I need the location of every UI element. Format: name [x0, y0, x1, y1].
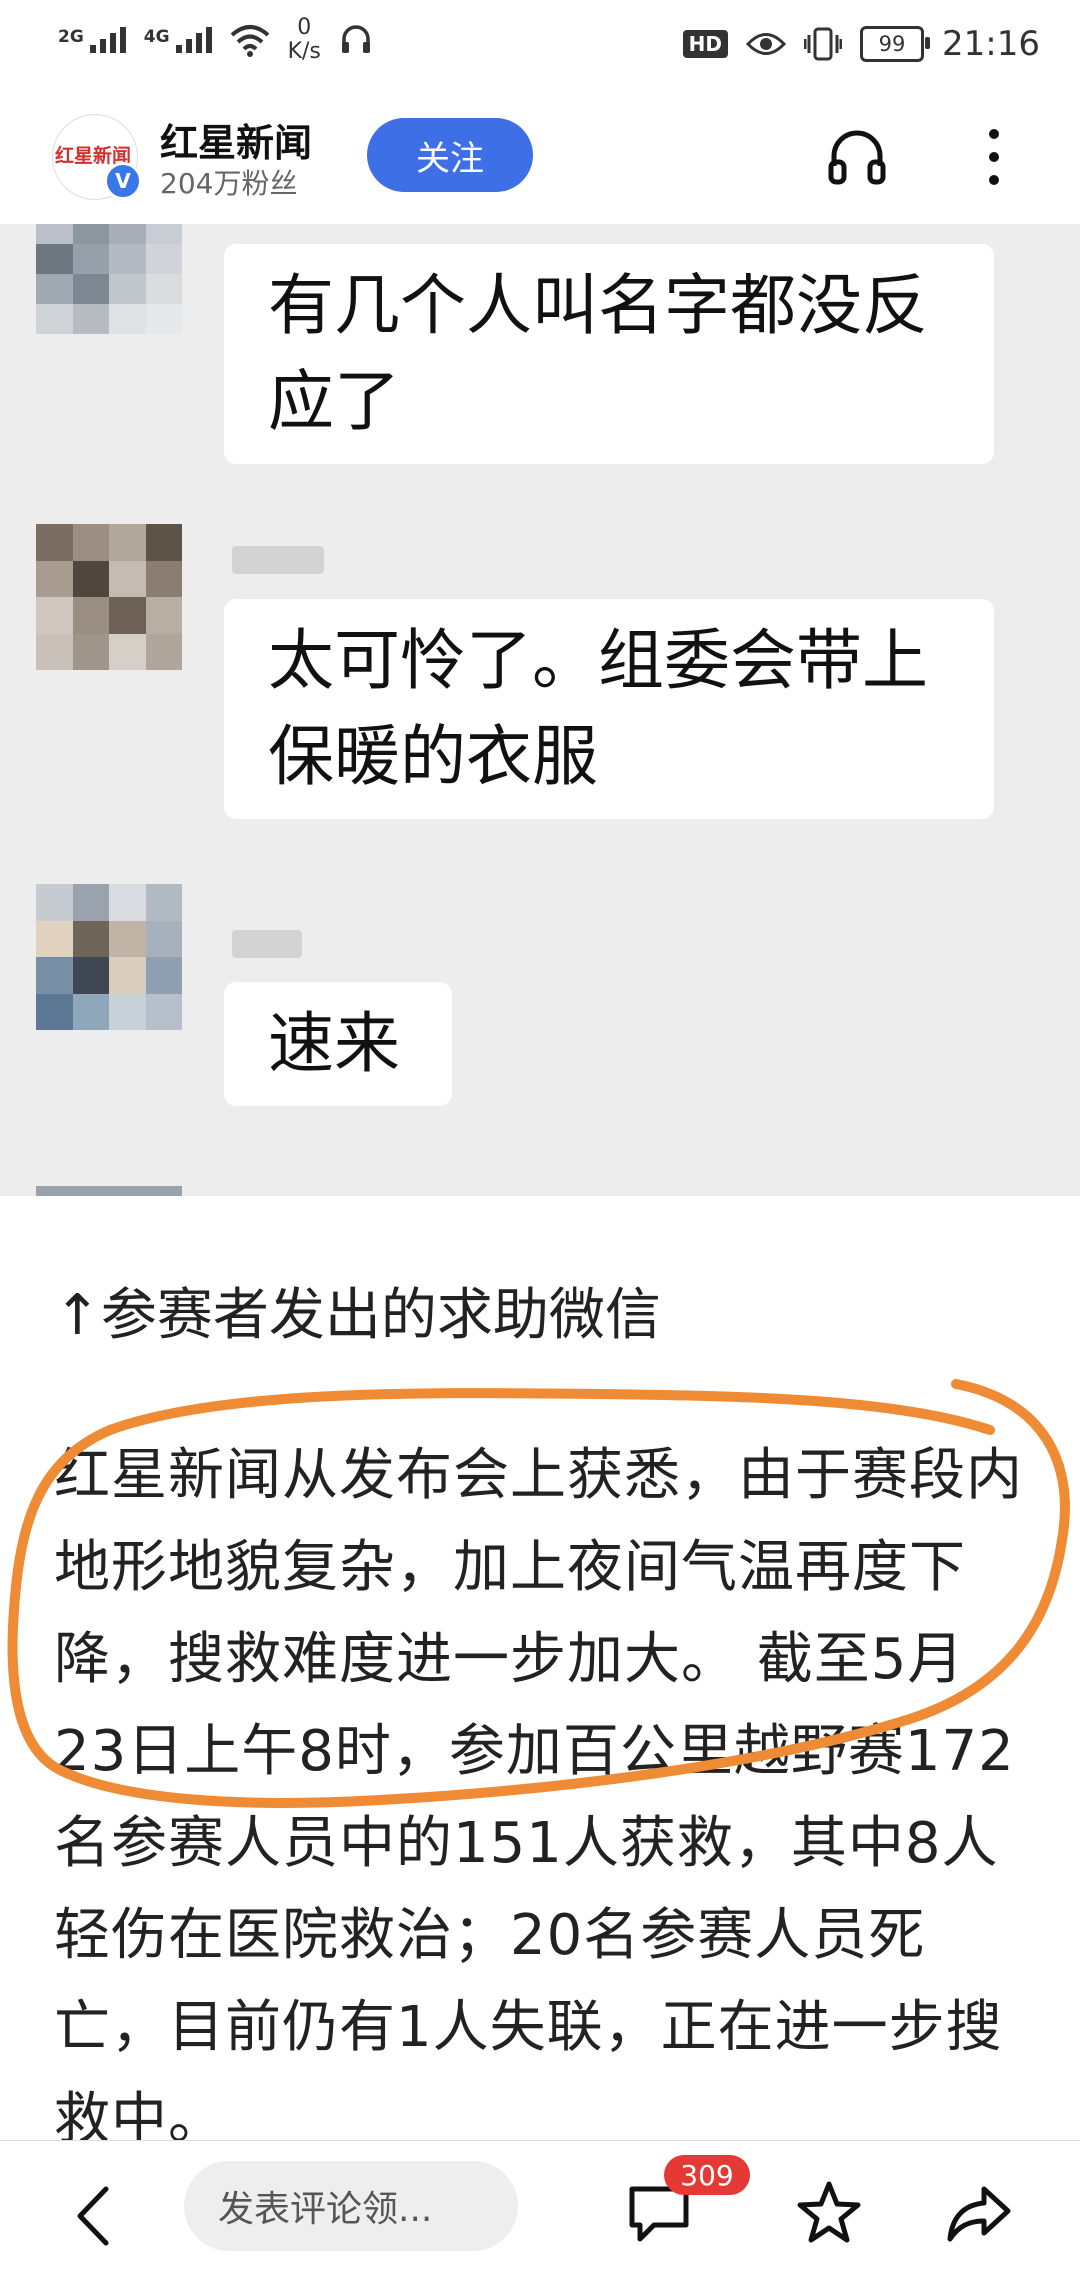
image-caption: ↑参赛者发出的求助微信	[54, 1283, 661, 1348]
headphones-icon[interactable]	[826, 126, 888, 188]
article-paragraph: 红星新闻从发布会上获悉，由于赛段内地形地貌复杂，加上夜间气温再度下降，搜救难度进…	[54, 1443, 1023, 2152]
more-options-icon[interactable]	[982, 126, 1006, 188]
chat-screenshot-image: 有几个人叫名字都没反应了 太可怜了。组委会带上保暖的衣服 速来	[0, 224, 1080, 1196]
headset-status-icon	[341, 25, 370, 53]
blurred-avatar	[36, 524, 182, 670]
blurred-avatar-edge	[36, 1186, 182, 1196]
follower-count: 204万粉丝	[160, 167, 298, 200]
clock: 21:16	[942, 24, 1040, 64]
back-arrow-icon[interactable]	[74, 2185, 114, 2247]
network-speed: 0 K/s	[287, 15, 321, 64]
bottom-action-bar: 发表评论领... 309	[0, 2140, 1080, 2281]
account-name[interactable]: 红星新闻	[160, 112, 312, 167]
verified-icon: V	[104, 162, 142, 200]
signal-4g-icon: 4G	[144, 27, 212, 53]
follow-button[interactable]: 关注	[367, 118, 533, 192]
share-icon[interactable]	[946, 2183, 1012, 2243]
chat-bubble: 有几个人叫名字都没反应了	[224, 244, 994, 464]
article-header: 红星新闻 V 红星新闻 204万粉丝 关注	[0, 96, 1080, 225]
battery-icon: 99	[860, 26, 931, 62]
favorite-star-icon[interactable]	[796, 2179, 862, 2245]
vibrate-icon	[804, 27, 843, 61]
blurred-avatar	[36, 884, 182, 1030]
comment-input[interactable]: 发表评论领...	[184, 2161, 518, 2251]
comment-count-badge: 309	[664, 2155, 750, 2195]
blurred-avatar	[36, 224, 182, 334]
status-bar: 2G 4G 0 K/s HD 99 21:16	[0, 0, 1080, 96]
chat-bubble: 速来	[224, 982, 452, 1106]
hd-icon: HD	[682, 30, 729, 58]
chat-bubble: 太可怜了。组委会带上保暖的衣服	[224, 599, 994, 819]
eye-comfort-icon	[746, 33, 787, 55]
blurred-username	[232, 546, 324, 574]
wifi-icon	[230, 25, 269, 57]
signal-2g-icon: 2G	[58, 27, 126, 53]
blurred-username	[232, 930, 302, 958]
